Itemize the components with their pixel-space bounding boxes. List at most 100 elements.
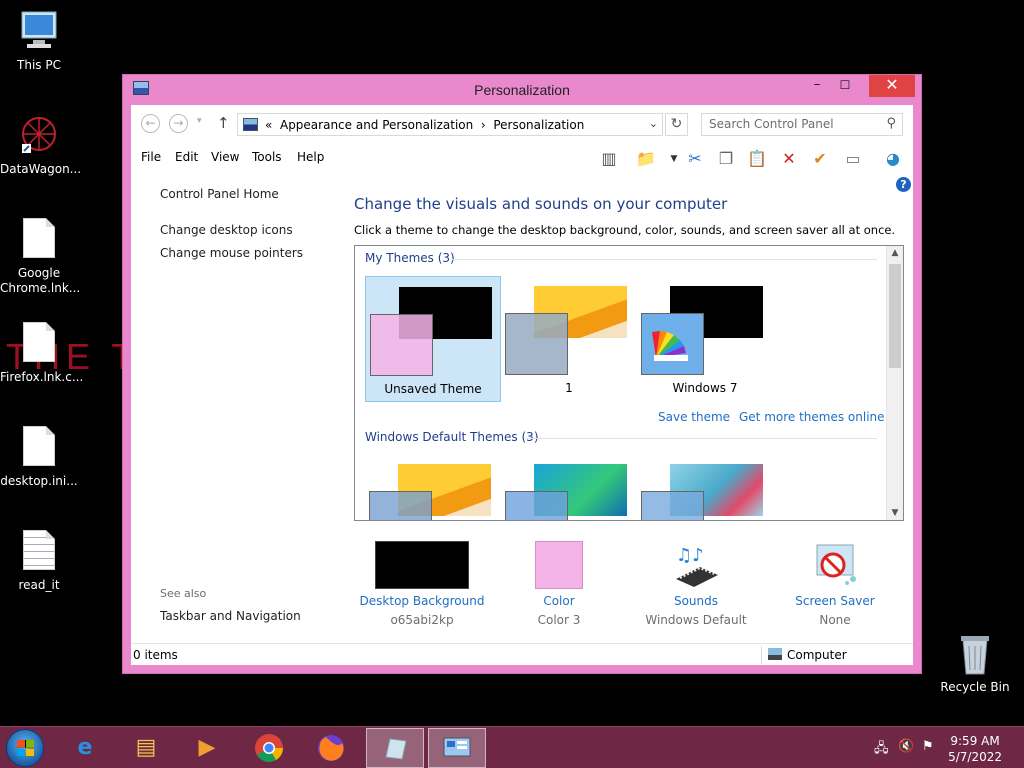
color-link[interactable]: Color — [494, 594, 624, 608]
address-bar[interactable]: « Appearance and Personalization › Perso… — [237, 113, 663, 136]
screen-saver-link[interactable]: Screen Saver — [770, 594, 900, 608]
control-panel-home-link[interactable]: Control Panel Home — [160, 187, 279, 201]
title-bar[interactable]: Personalization – ☐ ✕ — [123, 75, 921, 105]
theme-color-swatch — [505, 313, 568, 375]
color-item[interactable]: Color Color 3 — [494, 541, 624, 627]
theme-windows-7[interactable]: Windows 7 — [637, 276, 773, 402]
theme-flowers[interactable] — [637, 454, 773, 520]
theme-list-scrollbar[interactable]: ▲ ▼ — [886, 246, 903, 520]
desktop-icon-firefox-lnk[interactable]: Firefox.lnk.c... — [0, 322, 84, 385]
refresh-button[interactable]: ↻ — [665, 113, 688, 136]
desktop-background-link[interactable]: Desktop Background — [357, 594, 487, 608]
taskbar-navigation-link[interactable]: Taskbar and Navigation — [160, 609, 301, 623]
sounds-icon: ♫♪ — [670, 541, 722, 589]
firefox-icon[interactable] — [302, 728, 360, 768]
rename-icon[interactable]: ▭ — [841, 148, 865, 170]
desktop-icon-this-pc[interactable]: This PC — [0, 10, 78, 73]
copy-icon[interactable]: ❐ — [714, 148, 738, 170]
desktop-icon-desktop-ini[interactable]: desktop.ini... — [0, 426, 78, 489]
menu-help[interactable]: Help — [297, 150, 324, 164]
help-icon[interactable]: ? — [896, 177, 911, 192]
file-explorer-icon[interactable]: ▤ — [117, 728, 175, 768]
save-theme-link[interactable]: Save theme — [658, 410, 730, 424]
control-panel-taskbar-icon[interactable] — [428, 728, 486, 768]
sounds-link[interactable]: Sounds — [631, 594, 761, 608]
forward-button[interactable]: → — [169, 114, 188, 133]
scrollbar-thumb[interactable] — [889, 264, 901, 368]
status-divider — [761, 646, 762, 664]
properties-check-icon[interactable]: ✔ — [808, 148, 832, 170]
text-file-icon — [19, 530, 59, 574]
search-box[interactable]: ⚲ — [701, 113, 903, 136]
color-swatch-thumbnail — [535, 541, 583, 589]
control-panel-icon — [243, 118, 258, 131]
change-mouse-pointers-link[interactable]: Change mouse pointers — [160, 246, 303, 260]
menu-tools[interactable]: Tools — [252, 150, 282, 164]
desktop-icon-chrome-lnk[interactable]: Google Chrome.lnk... — [0, 218, 80, 296]
search-icon[interactable]: ⚲ — [886, 116, 896, 131]
personalization-window: Personalization – ☐ ✕ ← → ▾ ↑ « Appearan… — [122, 74, 922, 674]
desktop-icon-label: Recycle Bin — [940, 680, 1010, 694]
maximize-button[interactable]: ☐ — [831, 75, 859, 97]
zone-indicator: Computer — [768, 648, 847, 662]
close-button[interactable]: ✕ — [869, 75, 915, 97]
theme-color-swatch — [641, 313, 704, 375]
up-arrow-icon[interactable]: ↑ — [217, 114, 230, 132]
group-divider — [525, 438, 877, 439]
desktop-background-item[interactable]: Desktop Background o65abi2kp — [357, 541, 487, 627]
theme-label: Windows 7 — [672, 381, 738, 395]
breadcrumb-personalization[interactable]: Personalization — [493, 118, 584, 132]
notes-app-icon[interactable] — [366, 728, 424, 768]
desktop-background-thumbnail — [375, 541, 469, 589]
start-button[interactable] — [6, 729, 44, 767]
back-button[interactable]: ← — [141, 114, 160, 133]
cut-icon[interactable]: ✂ — [683, 148, 707, 170]
desktop-icon-read-it[interactable]: read_it — [0, 530, 78, 593]
theme-lines-and-colors[interactable] — [501, 454, 637, 520]
theme-windows-default[interactable] — [365, 454, 501, 520]
screen-saver-item[interactable]: Screen Saver None — [770, 541, 900, 627]
volume-muted-icon[interactable]: 🔇 — [898, 739, 914, 754]
folder-options-icon[interactable]: 📁 — [634, 148, 658, 170]
recent-pages-chevron-icon[interactable]: ▾ — [197, 116, 202, 126]
minimize-button[interactable]: – — [803, 75, 831, 97]
desktop-icon-recycle-bin[interactable]: Recycle Bin — [936, 632, 1014, 695]
address-overflow[interactable]: « — [265, 118, 272, 132]
menu-bar: File Edit View Tools Help ▥ 📁 ▼ ✂ ❐ 📋 ✕ … — [131, 143, 913, 173]
paste-icon[interactable]: 📋 — [745, 148, 769, 170]
theme-color-swatch — [641, 491, 704, 520]
group-divider — [451, 259, 877, 260]
change-desktop-icons-link[interactable]: Change desktop icons — [160, 223, 293, 237]
media-player-icon[interactable]: ▶ — [178, 728, 236, 768]
address-dropdown-icon[interactable]: ⌄ — [649, 117, 658, 130]
sounds-value: Windows Default — [645, 613, 747, 627]
desktop-icon-label: DataWagon... — [0, 162, 82, 176]
network-icon[interactable]: 🖧 — [874, 739, 889, 761]
action-center-flag-icon[interactable]: ⚑ — [922, 739, 934, 754]
menu-edit[interactable]: Edit — [175, 150, 198, 164]
scroll-down-arrow-icon[interactable]: ▼ — [887, 508, 903, 518]
menu-file[interactable]: File — [141, 150, 161, 164]
internet-explorer-icon[interactable]: e — [56, 728, 114, 768]
layout-pane-icon[interactable]: ▥ — [597, 148, 621, 170]
theme-1[interactable]: 1 — [501, 276, 637, 402]
search-input[interactable] — [709, 117, 869, 131]
file-icon — [19, 322, 59, 366]
menu-view[interactable]: View — [211, 150, 239, 164]
theme-unsaved[interactable]: Unsaved Theme — [365, 276, 501, 402]
clock-time: 9:59 AM — [950, 734, 1000, 748]
system-clock[interactable]: 9:59 AM 5/7/2022 — [948, 733, 1002, 765]
chrome-icon[interactable] — [240, 728, 298, 768]
page-description: Click a theme to change the desktop back… — [354, 223, 896, 237]
zone-label: Computer — [787, 648, 847, 662]
sounds-item[interactable]: ♫♪ Sounds Windows Default — [631, 541, 761, 627]
breadcrumb-appearance[interactable]: Appearance and Personalization — [280, 118, 473, 132]
desktop-icon-datawagon[interactable]: DataWagon... — [0, 114, 82, 177]
globe-icon[interactable]: ◕ — [881, 148, 905, 170]
get-more-themes-link[interactable]: Get more themes online — [739, 410, 885, 424]
desktop-icon-label: Firefox.lnk.c... — [0, 370, 84, 384]
taskbar: e ▤ ▶ 🖧 🔇 ⚑ 9:59 AM 5/7/2022 — [0, 726, 1024, 768]
recycle-bin-icon — [955, 632, 995, 676]
delete-icon[interactable]: ✕ — [777, 148, 801, 170]
scroll-up-arrow-icon[interactable]: ▲ — [887, 248, 903, 258]
